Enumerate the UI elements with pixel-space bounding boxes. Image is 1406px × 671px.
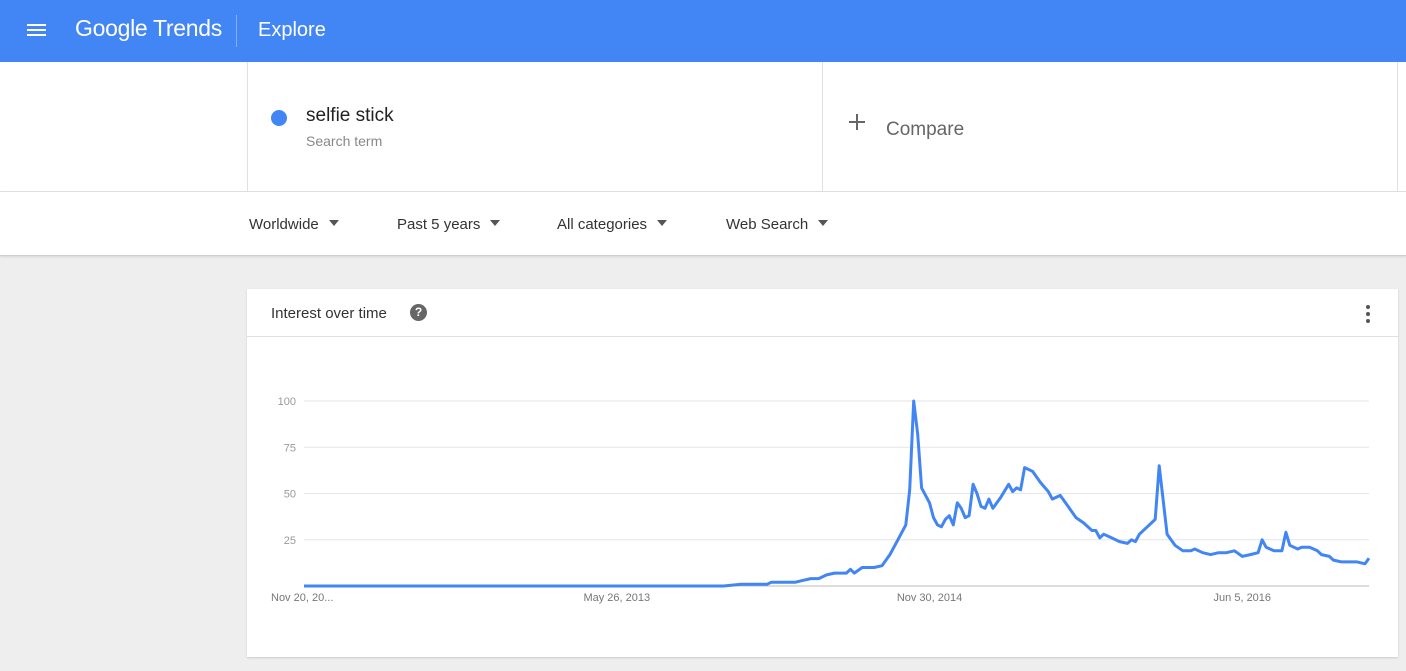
x-tick-label: Nov 30, 2014 — [897, 592, 962, 604]
interest-over-time-card: Interest over time ? 25 50 75 100 Nov 20, 20… — [247, 289, 1398, 657]
dropdown-arrow-icon — [328, 220, 339, 226]
search-term-card[interactable]: selfie stick Search term — [247, 62, 823, 192]
x-tick-label: Nov 20, 20... — [271, 592, 333, 604]
search-type-filter-dropdown[interactable]: Web Search — [726, 216, 829, 233]
card-title: Interest over time — [271, 305, 387, 322]
card-header: Interest over time ? — [247, 289, 1398, 337]
page-title: Explore — [258, 19, 326, 41]
search-term-name[interactable]: selfie stick — [306, 105, 394, 127]
y-tick-label: 100 — [278, 396, 296, 408]
dropdown-arrow-icon — [490, 220, 501, 226]
dropdown-arrow-icon — [657, 220, 668, 226]
header-divider — [236, 15, 237, 47]
y-tick-label: 25 — [284, 535, 296, 547]
search-term-type: Search term — [306, 133, 383, 149]
region-filter-dropdown[interactable]: Worldwide — [249, 216, 339, 233]
time-range-filter-dropdown[interactable]: Past 5 years — [397, 216, 501, 233]
interest-line-chart[interactable]: 25 50 75 100 Nov 20, 20... May 26, 2013 Nov 30… — [247, 338, 1398, 657]
hamburger-menu-icon[interactable] — [26, 21, 48, 39]
filter-bar: Worldwide Past 5 years All categories We… — [0, 192, 1406, 256]
y-tick-label: 50 — [284, 489, 296, 501]
series-color-dot — [271, 110, 287, 126]
compare-label: Compare — [886, 119, 965, 140]
search-terms-panel: selfie stick Search term Compare — [0, 62, 1406, 192]
more-options-icon[interactable] — [1363, 305, 1373, 323]
google-trends-logo[interactable]: Google Trends — [75, 15, 222, 42]
compare-button[interactable]: Compare — [823, 62, 1398, 192]
dropdown-arrow-icon — [818, 220, 829, 226]
plus-icon — [849, 114, 865, 130]
top-bar: Google Trends Explore — [0, 0, 1406, 62]
time-range-filter-label: Past 5 years — [397, 216, 481, 233]
search-type-filter-label: Web Search — [726, 216, 809, 233]
region-filter-label: Worldwide — [249, 216, 319, 233]
category-filter-dropdown[interactable]: All categories — [557, 216, 668, 233]
category-filter-label: All categories — [557, 216, 648, 233]
x-tick-label: Jun 5, 2016 — [1214, 592, 1272, 604]
x-tick-label: May 26, 2013 — [583, 592, 650, 604]
y-tick-label: 75 — [284, 442, 296, 454]
help-icon[interactable]: ? — [410, 304, 427, 321]
